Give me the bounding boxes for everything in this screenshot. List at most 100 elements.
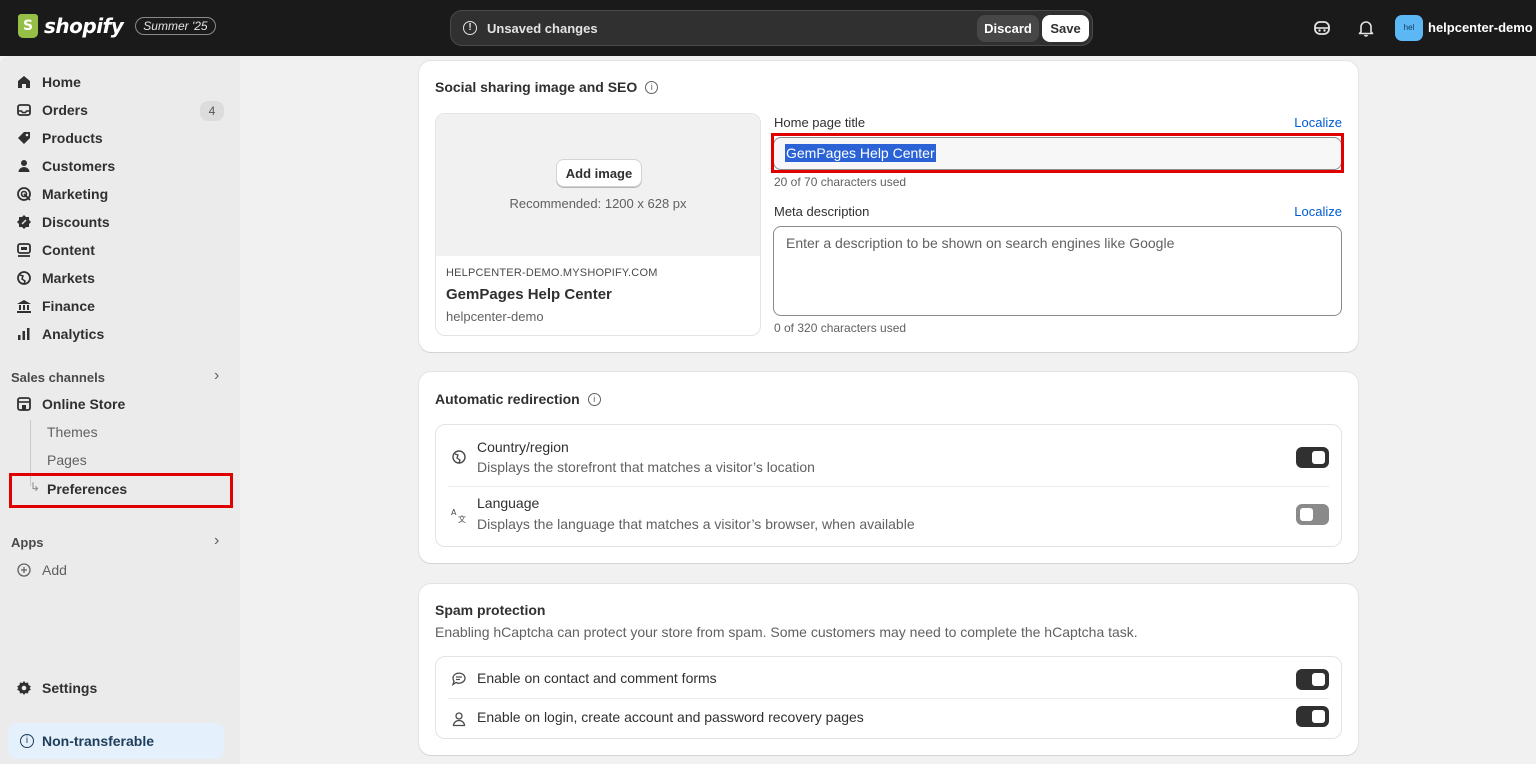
seo-card: Social sharing image and SEO i Add image…: [419, 61, 1358, 352]
svg-text:文: 文: [458, 514, 466, 523]
discount-icon: [17, 215, 31, 229]
info-icon[interactable]: i: [587, 392, 601, 406]
chevron-right-icon[interactable]: ›: [214, 367, 219, 385]
sidebar-subitem-themes[interactable]: Themes: [47, 424, 98, 440]
login-pages-title: Enable on login, create account and pass…: [477, 709, 864, 725]
meta-description-input[interactable]: [773, 226, 1342, 316]
language-toggle[interactable]: [1296, 504, 1329, 525]
sidebar-item-settings[interactable]: Settings: [16, 676, 97, 700]
preview-title: GemPages Help Center: [446, 286, 612, 303]
target-icon: [17, 187, 31, 201]
shopify-bag-icon: [18, 14, 38, 38]
sidebar-item-home[interactable]: Home: [16, 70, 81, 94]
sidebar-item-label: Settings: [42, 680, 98, 696]
top-bar: shopify Summer '25 ! Unsaved changes Dis…: [0, 0, 1536, 56]
sidebar-item-finance[interactable]: Finance: [16, 294, 95, 318]
sidebar-item-label: Products: [42, 130, 103, 146]
sidebar-item-label: Discounts: [42, 214, 110, 230]
discard-button[interactable]: Discard: [977, 15, 1039, 42]
content-icon: [17, 243, 31, 257]
home-title-label: Home page title: [774, 115, 866, 130]
store-avatar[interactable]: hel: [1395, 15, 1423, 41]
bar-chart-icon: [18, 328, 30, 340]
tag-icon: [18, 132, 30, 144]
orders-count-badge: 4: [200, 101, 224, 121]
preferences-highlight: [9, 473, 233, 508]
store-name[interactable]: helpcenter-demo: [1428, 20, 1533, 35]
unsaved-changes-bar: ! Unsaved changes Discard Save: [450, 10, 1093, 46]
storefront-icon: [17, 397, 31, 411]
sidebar-item-label: Online Store: [42, 396, 126, 412]
add-image-button[interactable]: Add image: [556, 159, 642, 187]
redirection-options: Country/region Displays the storefront t…: [435, 424, 1342, 547]
localize-title-link[interactable]: Localize: [1294, 115, 1342, 130]
info-icon: i: [20, 734, 34, 748]
preview-image-area: Add image Recommended: 1200 x 628 px: [436, 114, 760, 256]
card-title-text: Social sharing image and SEO: [435, 79, 638, 95]
home-title-highlight: [771, 133, 1344, 173]
language-desc: Displays the language that matches a vis…: [477, 516, 915, 532]
contact-forms-row: Enable on contact and comment forms: [436, 657, 1341, 698]
spam-card-subtitle: Enabling hCaptcha can protect your store…: [435, 624, 1138, 640]
sidebar-item-analytics[interactable]: Analytics: [16, 322, 104, 346]
spam-card-title: Spam protection: [435, 602, 546, 618]
unsaved-changes-text: Unsaved changes: [487, 21, 598, 36]
login-pages-toggle[interactable]: [1296, 706, 1329, 727]
toggle-knob: [1312, 451, 1325, 464]
sidebar-item-label: Finance: [42, 298, 95, 314]
country-region-toggle[interactable]: [1296, 447, 1329, 468]
sidebar-item-marketing[interactable]: Marketing: [16, 182, 108, 206]
preview-domain: HELPCENTER-DEMO.MYSHOPIFY.COM: [446, 267, 658, 279]
apps-title[interactable]: Apps: [11, 535, 44, 550]
non-transferable-banner[interactable]: i Non-transferable: [8, 723, 224, 759]
sidebar-item-add-app[interactable]: Add: [16, 558, 67, 582]
sidebar-item-label: Markets: [42, 270, 95, 286]
login-pages-row: Enable on login, create account and pass…: [436, 699, 1341, 740]
globe-icon: [452, 450, 466, 464]
sidebar-item-products[interactable]: Products: [16, 126, 103, 150]
recommended-size: Recommended: 1200 x 628 px: [509, 196, 687, 211]
sidekick-icon[interactable]: [1312, 18, 1332, 38]
sidebar-item-label: Add: [42, 562, 67, 578]
person-icon: [18, 160, 30, 172]
non-transferable-label: Non-transferable: [42, 733, 155, 749]
save-button[interactable]: Save: [1042, 15, 1089, 42]
bank-icon: [17, 300, 31, 313]
sidebar-item-label: Content: [42, 242, 95, 258]
sidebar-item-orders[interactable]: Orders: [16, 98, 88, 122]
sidebar-subitem-pages[interactable]: Pages: [47, 452, 87, 468]
spam-options: Enable on contact and comment forms Enab…: [435, 656, 1342, 739]
sidebar: Home Orders 4 Products Customers Marketi…: [0, 56, 240, 764]
inbox-icon: [17, 104, 31, 116]
meta-description-count: 0 of 320 characters used: [774, 321, 907, 335]
sidebar-item-markets[interactable]: Markets: [16, 266, 95, 290]
language-title: Language: [477, 495, 540, 511]
edition-badge: Summer '25: [135, 17, 216, 35]
chat-icon: [451, 672, 466, 687]
contact-forms-toggle[interactable]: [1296, 669, 1329, 690]
sidebar-item-customers[interactable]: Customers: [16, 154, 115, 178]
sales-channels-title[interactable]: Sales channels: [11, 370, 105, 385]
country-region-title: Country/region: [477, 439, 569, 455]
preview-handle: helpcenter-demo: [446, 309, 544, 324]
card-title-text: Automatic redirection: [435, 391, 580, 407]
localize-meta-link[interactable]: Localize: [1294, 204, 1342, 219]
toggle-knob: [1300, 508, 1313, 521]
sidebar-item-label: Marketing: [42, 186, 109, 202]
sidebar-item-label: Customers: [42, 158, 116, 174]
home-icon: [18, 76, 30, 88]
sidebar-item-discounts[interactable]: Discounts: [16, 210, 110, 234]
country-region-row: Country/region Displays the storefront t…: [436, 425, 1341, 486]
info-icon[interactable]: i: [645, 80, 659, 94]
plus-circle-icon: [17, 563, 31, 577]
sidebar-item-content[interactable]: Content: [16, 238, 95, 262]
shopify-logo[interactable]: shopify Summer '25: [18, 14, 216, 38]
person-icon: [452, 712, 466, 727]
contact-forms-title: Enable on contact and comment forms: [477, 670, 717, 686]
logo-text: shopify: [44, 14, 124, 38]
translate-icon: A文: [451, 508, 466, 523]
chevron-right-icon[interactable]: ›: [214, 532, 219, 550]
sidebar-item-online-store[interactable]: Online Store: [16, 392, 125, 416]
language-row: A文 Language Displays the language that m…: [436, 487, 1341, 548]
bell-icon[interactable]: [1356, 18, 1376, 38]
